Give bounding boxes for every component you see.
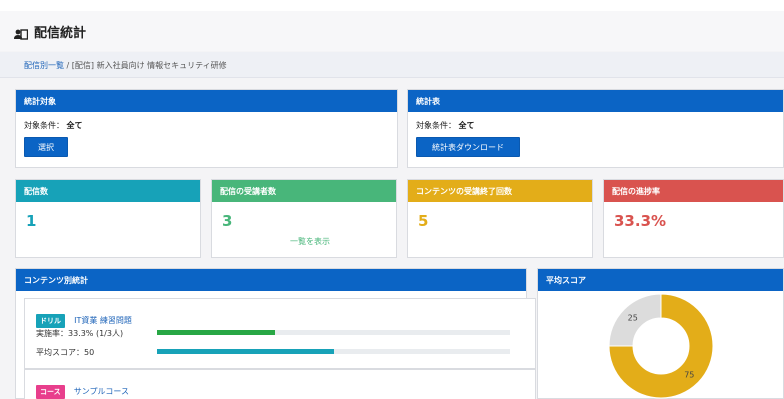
content-item-title[interactable]: IT資業 練習問題: [74, 316, 132, 325]
completion-rate-label: 実施率：33.3% (1/3人): [36, 329, 124, 338]
drill-tag: ドリル: [36, 314, 65, 328]
page-title: 配信統計: [34, 26, 87, 41]
completion-rate-bar: [157, 330, 275, 335]
stat-value-deliveries: 1: [26, 212, 37, 230]
table-condition-label: 対象条件：: [416, 121, 456, 130]
download-stats-button[interactable]: 統計表ダウンロード: [416, 137, 520, 157]
stat-card-deliveries: 配信数 1: [15, 179, 201, 258]
stat-card-completions: コンテンツの受講終了回数 5: [407, 179, 593, 258]
average-score-track: [157, 349, 510, 354]
top-band: [0, 0, 784, 11]
stat-value-progress: 33.3%: [614, 212, 667, 230]
table-condition: 対象条件： 全て: [408, 112, 783, 135]
donut-label-1: 25: [628, 314, 638, 323]
page-header: [0, 11, 784, 51]
content-item-course: コース サンプルコース: [24, 369, 536, 399]
breadcrumb: 配信別一覧 / [配信] 新入社員向け 情報セキュリティ研修: [24, 60, 227, 71]
person-card-icon: [14, 26, 29, 40]
target-panel-title: 統計対象: [16, 90, 397, 112]
average-score-donut-chart: 75 25: [608, 293, 714, 399]
content-item-header: ドリル IT資業 練習問題: [36, 308, 132, 328]
stat-label-progress: 配信の進捗率: [604, 180, 783, 202]
stat-label-deliveries: 配信数: [16, 180, 200, 202]
stat-value-learners: 3: [222, 212, 233, 230]
target-panel: 統計対象 対象条件： 全て 選択: [15, 89, 398, 168]
breadcrumb-current: [配信] 新入社員向け 情報セキュリティ研修: [71, 61, 227, 70]
stat-card-progress: 配信の進捗率 33.3%: [603, 179, 784, 258]
breadcrumb-link-list[interactable]: 配信別一覧: [24, 61, 64, 70]
target-condition-label: 対象条件：: [24, 121, 64, 130]
course-tag: コース: [36, 385, 65, 399]
table-condition-value: 全て: [458, 121, 475, 130]
select-button[interactable]: 選択: [24, 137, 68, 157]
target-condition-value: 全て: [66, 121, 83, 130]
content-item-title-course[interactable]: サンプルコース: [74, 387, 129, 396]
score-panel-title: 平均スコア: [538, 269, 783, 291]
average-score-bar: [157, 349, 334, 354]
stat-label-completions: コンテンツの受講終了回数: [408, 180, 592, 202]
stat-label-learners: 配信の受講者数: [212, 180, 396, 202]
average-score-label: 平均スコア：50: [36, 348, 95, 357]
score-panel: 平均スコア 75 25: [537, 268, 784, 399]
table-panel-title: 統計表: [408, 90, 783, 112]
stat-value-completions: 5: [418, 212, 429, 230]
page-title-wrap: 配信統計: [14, 22, 86, 41]
completion-rate-track: [157, 330, 510, 335]
table-panel: 統計表 対象条件： 全て 統計表ダウンロード: [407, 89, 784, 168]
content-item-drill: ドリル IT資業 練習問題 実施率：33.3% (1/3人) 平均スコア：50: [24, 298, 536, 369]
breadcrumb-separator: /: [66, 61, 70, 70]
show-list-link[interactable]: 一覧を表示: [290, 236, 330, 247]
target-condition: 対象条件： 全て: [16, 112, 397, 135]
donut-label-0: 75: [684, 370, 694, 379]
contents-panel: コンテンツ別統計 ドリル IT資業 練習問題 実施率：33.3% (1/3人) …: [15, 268, 536, 399]
stat-card-learners: 配信の受講者数 3 一覧を表示: [211, 179, 397, 258]
contents-panel-title: コンテンツ別統計: [16, 269, 526, 291]
content-item-header-course: コース サンプルコース: [36, 379, 129, 399]
